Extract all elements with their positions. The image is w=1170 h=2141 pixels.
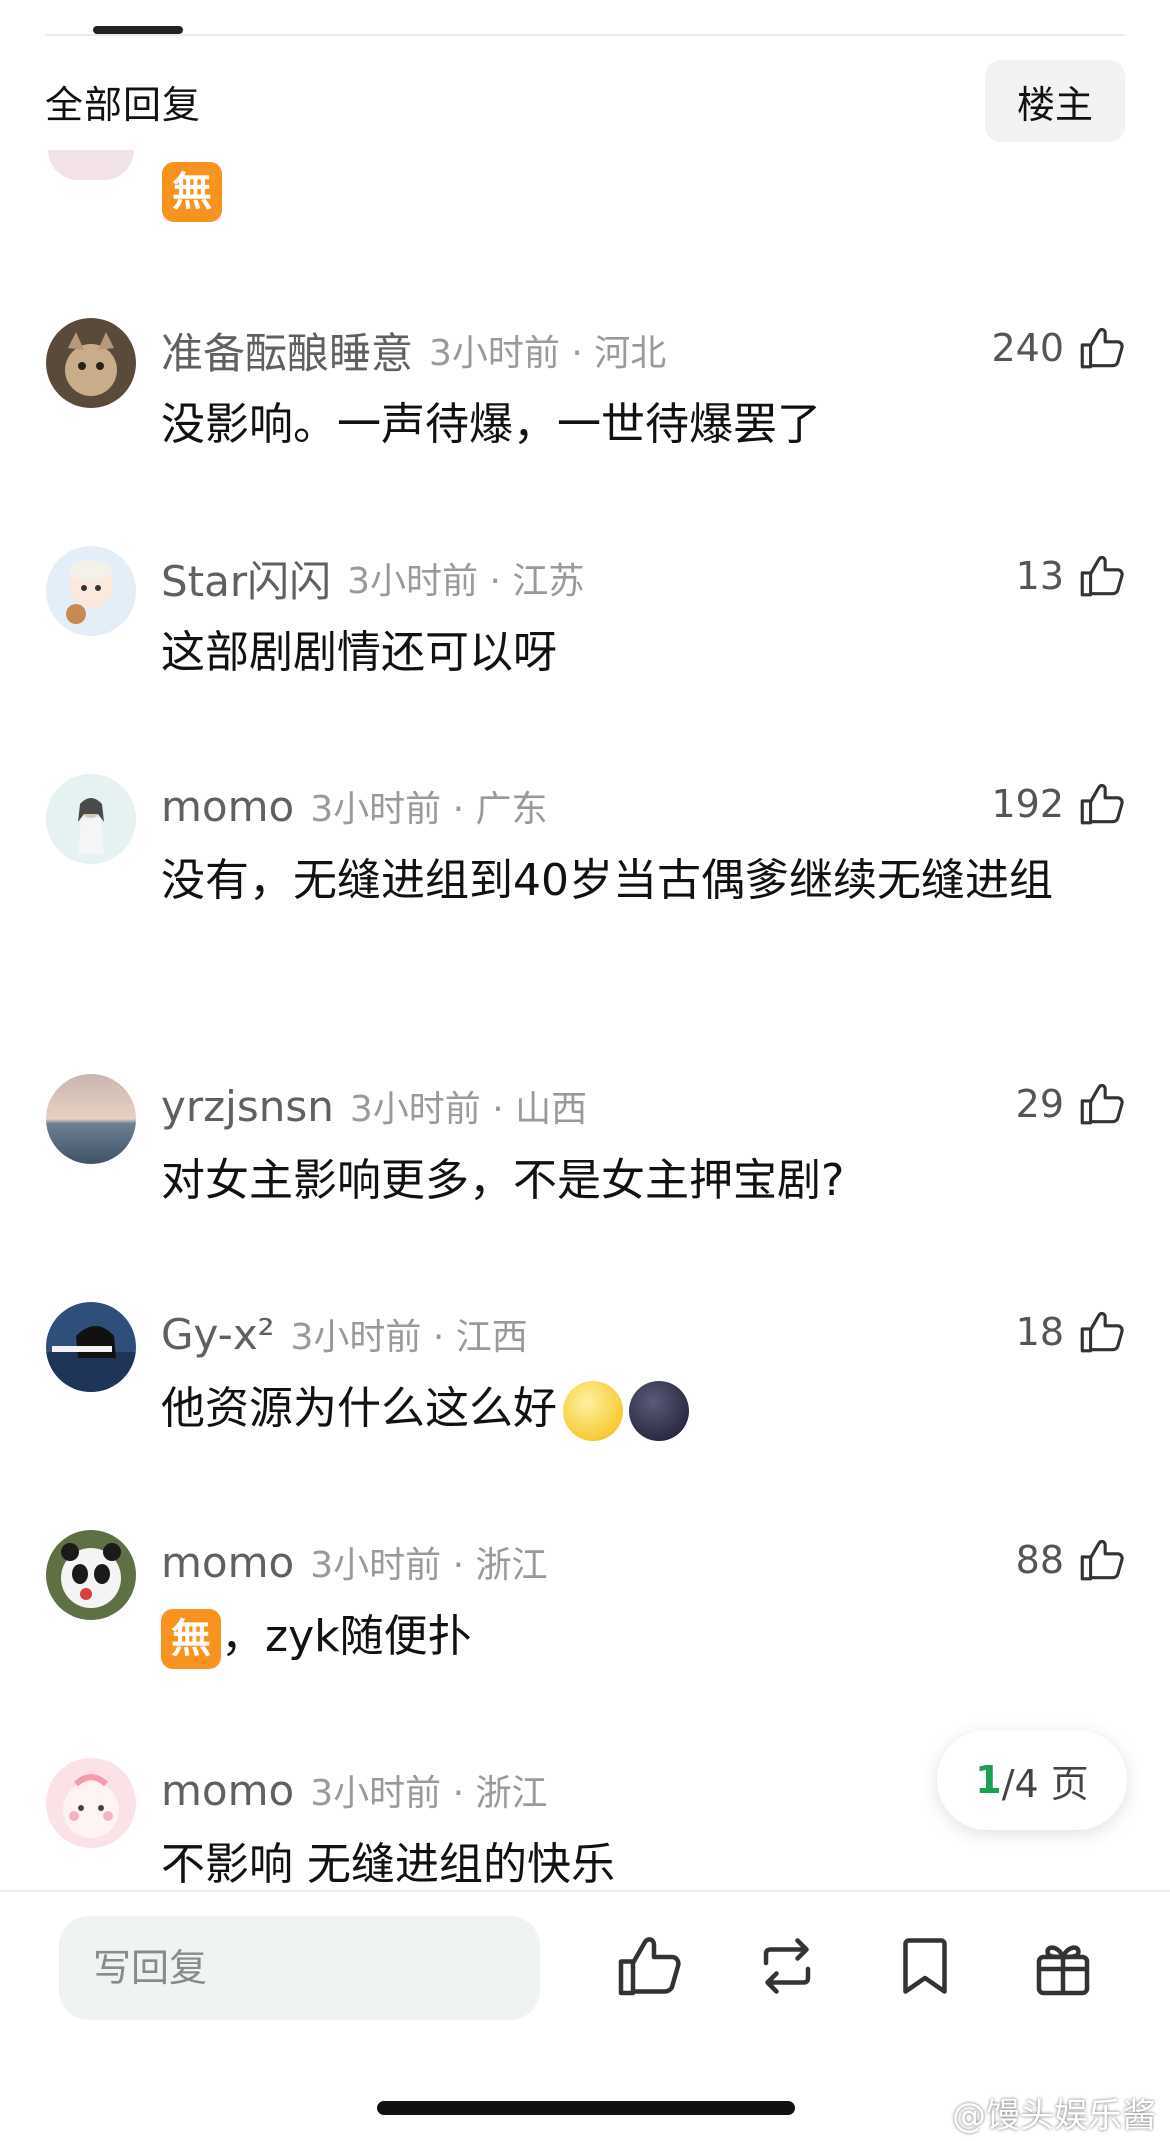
- reply-input[interactable]: [59, 1916, 540, 2020]
- timestamp-location: 3小时前 · 浙江: [310, 1773, 548, 1814]
- current-page: 1: [975, 1758, 1002, 1802]
- like-count: 13: [1015, 554, 1064, 598]
- thumbs-up-icon: [1080, 1083, 1124, 1125]
- header-title: 全部回复: [45, 82, 202, 127]
- like-button[interactable]: 240: [991, 318, 1126, 378]
- comment-text-body: ，zyk随便扑: [221, 1611, 472, 1662]
- like-button[interactable]: 18: [1016, 1302, 1126, 1362]
- like-count: 18: [1015, 1310, 1064, 1354]
- username[interactable]: Star闪闪: [161, 548, 331, 609]
- repost-icon[interactable]: [751, 1930, 823, 2002]
- username[interactable]: yrzjsnsn: [161, 1082, 334, 1131]
- username[interactable]: 准备酝酿睡意: [161, 320, 413, 381]
- page-total: /4 页: [1001, 1761, 1089, 1806]
- replies-header: 全部回复 楼主: [45, 60, 1125, 142]
- thumbs-up-icon[interactable]: [612, 1930, 684, 2002]
- comment-meta: 准备酝酿睡意 3小时前 · 河北: [161, 322, 666, 378]
- avatar[interactable]: [46, 318, 136, 408]
- timestamp-location: 3小时前 · 浙江: [310, 1545, 548, 1586]
- comment-meta: Star闪闪 3小时前 · 江苏: [161, 550, 584, 606]
- thumbs-up-icon: [1080, 555, 1124, 597]
- avatar[interactable]: [46, 1530, 136, 1620]
- avatar[interactable]: [48, 150, 134, 180]
- home-indicator[interactable]: [377, 2101, 795, 2115]
- comment-text: 無，zyk随便扑: [161, 1602, 1121, 1672]
- top-divider: [45, 34, 1125, 36]
- active-tab-indicator: [93, 26, 183, 34]
- comment-meta: momo 3小时前 · 浙江: [161, 1534, 547, 1590]
- avatar[interactable]: [46, 1302, 136, 1392]
- comment-text: 这部剧剧情还可以呀: [161, 627, 557, 678]
- timestamp-location: 3小时前 · 河北: [429, 333, 667, 374]
- comment-text: 没有，无缝进组到40岁当古偶爹继续无缝进组: [161, 855, 1053, 906]
- avatar[interactable]: [46, 1074, 136, 1164]
- username[interactable]: momo: [161, 1538, 294, 1587]
- thumbs-up-icon: [1080, 1539, 1124, 1581]
- comment-text-body: 他资源为什么这么好: [161, 1383, 557, 1434]
- watermark: @馒头娱乐酱: [952, 2096, 1156, 2136]
- sun-face-emoji-icon: [563, 1381, 623, 1441]
- comment-meta: momo 3小时前 · 浙江: [161, 1762, 547, 1818]
- partial-comment-content: 無: [162, 162, 222, 222]
- like-count: 29: [1015, 1082, 1064, 1126]
- avatar[interactable]: [46, 1758, 136, 1848]
- like-count: 88: [1015, 1538, 1064, 1582]
- comment-text: 他资源为什么这么好: [161, 1374, 1121, 1444]
- like-button[interactable]: 29: [1016, 1074, 1126, 1134]
- like-count: 240: [991, 326, 1064, 370]
- wu-emoji: 無: [162, 162, 222, 222]
- thumbs-up-icon: [1080, 783, 1124, 825]
- comment-meta: momo 3小时前 · 广东: [161, 778, 547, 834]
- owner-only-button[interactable]: 楼主: [985, 60, 1125, 142]
- new-moon-face-emoji-icon: [629, 1381, 689, 1441]
- like-count: 192: [991, 782, 1064, 826]
- timestamp-location: 3小时前 · 江苏: [347, 561, 585, 602]
- username[interactable]: momo: [161, 1766, 294, 1815]
- gift-icon[interactable]: [1027, 1930, 1099, 2002]
- wu-emoji: 無: [161, 1609, 221, 1669]
- username[interactable]: momo: [161, 782, 294, 831]
- page-indicator[interactable]: 1/4 页: [937, 1730, 1127, 1830]
- like-button[interactable]: 13: [1016, 546, 1126, 606]
- like-button[interactable]: 192: [991, 774, 1126, 834]
- username[interactable]: Gy-x²: [161, 1310, 275, 1359]
- like-button[interactable]: 88: [1016, 1530, 1126, 1590]
- timestamp-location: 3小时前 · 江西: [290, 1317, 528, 1358]
- timestamp-location: 3小时前 · 山西: [349, 1089, 588, 1130]
- avatar[interactable]: [46, 774, 136, 864]
- thumbs-up-icon: [1080, 327, 1124, 369]
- timestamp-location: 3小时前 · 广东: [310, 789, 548, 830]
- comment-text: 对女主影响更多，不是女主押宝剧?: [161, 1155, 845, 1206]
- avatar[interactable]: [46, 546, 136, 636]
- comment-meta: yrzjsnsn 3小时前 · 山西: [161, 1078, 587, 1134]
- bookmark-icon[interactable]: [889, 1930, 961, 2002]
- thumbs-up-icon: [1080, 1311, 1124, 1353]
- comment-text: 没影响。一声待爆，一世待爆罢了: [161, 399, 821, 450]
- comment-meta: Gy-x² 3小时前 · 江西: [161, 1306, 528, 1362]
